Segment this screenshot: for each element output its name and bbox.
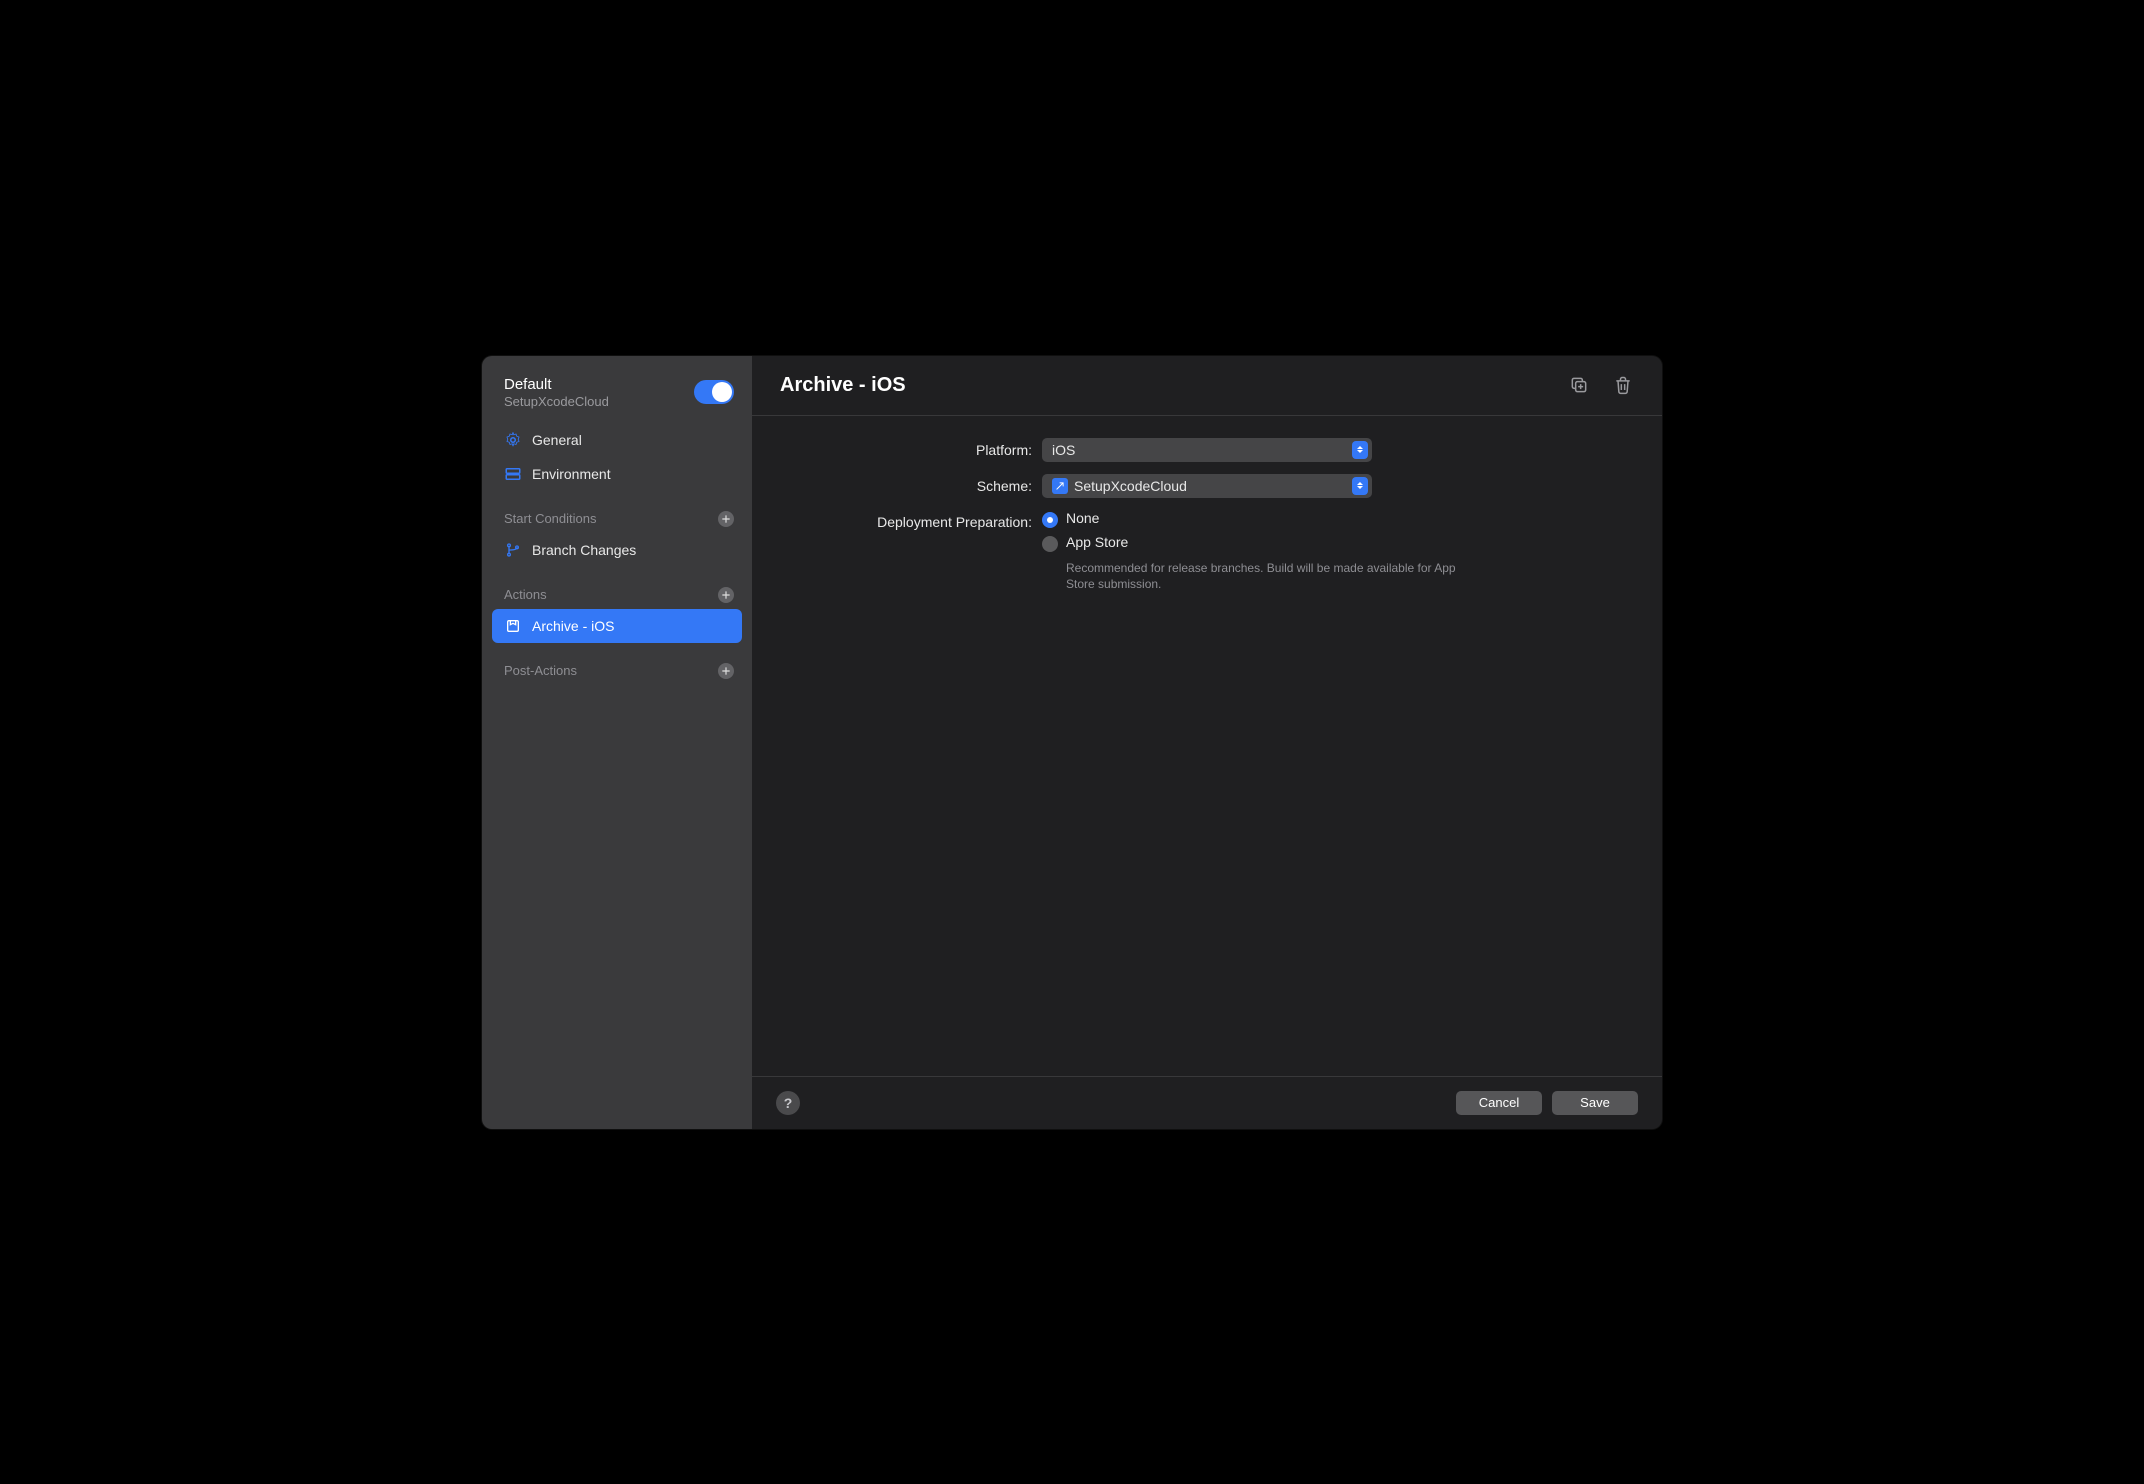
workflow-title: Default [504,376,609,393]
platform-select[interactable]: iOS [1042,438,1372,462]
radio-label: None [1066,510,1099,526]
sidebar-header: Default SetupXcodeCloud [482,370,752,423]
main-header: Archive - iOS [752,356,1662,416]
main-panel: Archive - iOS P [752,356,1662,1129]
footer-buttons: Cancel Save [1456,1091,1638,1115]
toggle-knob [712,382,732,402]
save-button[interactable]: Save [1552,1091,1638,1115]
deployment-label: Deployment Preparation: [780,510,1042,530]
sidebar-item-label: Branch Changes [532,542,636,558]
app-store-description: Recommended for release branches. Build … [1066,560,1482,594]
deployment-radio-group: None App Store Recommended for release b… [1042,510,1482,594]
radio-icon [1042,536,1058,552]
archive-icon [504,617,522,635]
section-post-actions: Post-Actions [482,653,752,685]
sidebar-item-label: Archive - iOS [532,618,614,634]
platform-label: Platform: [780,438,1042,458]
stepper-icon [1352,441,1368,459]
deployment-option-app-store[interactable]: App Store [1042,534,1482,552]
section-label: Actions [504,587,547,602]
stepper-icon [1352,477,1368,495]
scheme-select[interactable]: SetupXcodeCloud [1042,474,1372,498]
sidebar-item-branch-changes[interactable]: Branch Changes [482,533,752,567]
branch-icon [504,541,522,559]
scheme-value: SetupXcodeCloud [1074,478,1187,494]
workflow-title-block: Default SetupXcodeCloud [504,376,609,409]
deployment-option-none[interactable]: None [1042,510,1482,528]
add-post-action-button[interactable] [718,663,734,679]
sidebar-item-archive-ios[interactable]: Archive - iOS [492,609,742,643]
section-actions: Actions [482,577,752,609]
page-title: Archive - iOS [780,374,906,397]
add-action-button[interactable] [718,587,734,603]
sidebar-item-general[interactable]: General [482,423,752,457]
sidebar: Default SetupXcodeCloud General [482,356,752,1129]
server-icon [504,465,522,483]
gear-icon [504,431,522,449]
section-label: Post-Actions [504,663,577,678]
form-body: Platform: iOS Scheme: SetupXcodeCloud [752,416,1662,1076]
scheme-row: Scheme: SetupXcodeCloud [780,474,1634,498]
delete-button[interactable] [1612,374,1634,396]
scheme-label: Scheme: [780,474,1042,494]
radio-icon [1042,512,1058,528]
app-icon [1052,478,1068,494]
workflow-subtitle: SetupXcodeCloud [504,394,609,409]
cancel-button[interactable]: Cancel [1456,1091,1542,1115]
workflow-editor-window: Default SetupXcodeCloud General [482,356,1662,1129]
sidebar-item-environment[interactable]: Environment [482,457,752,491]
duplicate-button[interactable] [1568,374,1590,396]
sidebar-item-label: General [532,432,582,448]
footer: ? Cancel Save [752,1076,1662,1129]
section-label: Start Conditions [504,511,597,526]
workflow-enabled-toggle[interactable] [694,380,734,404]
section-start-conditions: Start Conditions [482,501,752,533]
header-actions [1568,374,1634,396]
platform-value: iOS [1052,442,1075,458]
add-start-condition-button[interactable] [718,511,734,527]
deployment-row: Deployment Preparation: None App Store R… [780,510,1634,594]
sidebar-item-label: Environment [532,466,611,482]
radio-label: App Store [1066,534,1128,550]
help-button[interactable]: ? [776,1091,800,1115]
platform-row: Platform: iOS [780,438,1634,462]
